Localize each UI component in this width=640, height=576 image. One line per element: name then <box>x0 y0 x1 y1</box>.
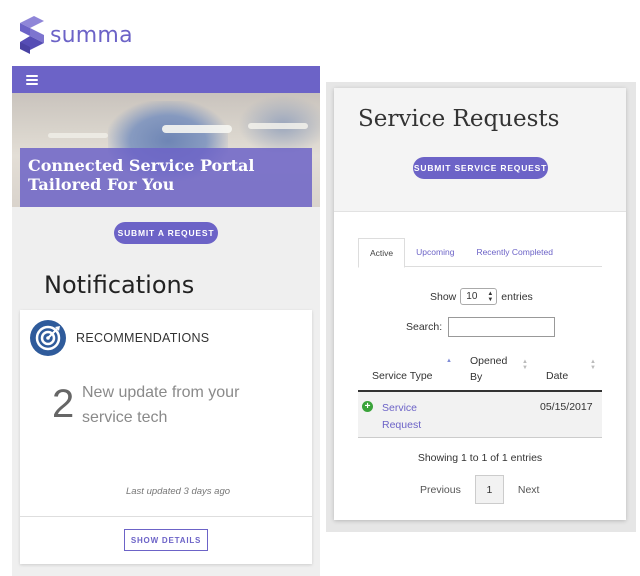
search-control: Search: <box>406 317 556 337</box>
page-1-button[interactable]: 1 <box>474 475 504 504</box>
requests-table: Service Type ▲ Opened By ▲ ▼ Date ▲ ▼ + Se… <box>358 350 602 438</box>
entries-value: 10 <box>466 291 478 302</box>
brand-name: summa <box>50 22 133 48</box>
tab-recently-completed[interactable]: Recently Completed <box>465 238 564 267</box>
next-page-button[interactable]: Next <box>518 484 540 496</box>
pagination: Previous 1 Next <box>420 475 539 504</box>
entries-label: entries <box>501 290 533 303</box>
entries-select[interactable]: 10 ▲ ▼ <box>460 288 498 305</box>
summa-logo-icon <box>20 16 44 54</box>
hero-banner: Connected Service Portal Tailored For Yo… <box>12 93 320 207</box>
notifications-title: Notifications <box>44 271 195 299</box>
update-message: New update from your service tech <box>82 384 240 426</box>
page-title: Service Requests <box>358 106 560 132</box>
search-input[interactable] <box>448 317 556 337</box>
sort-arrows-icon[interactable]: ▲ ▼ <box>522 359 528 371</box>
card-header: RECOMMENDATIONS <box>20 310 312 356</box>
card-label: RECOMMENDATIONS <box>76 331 210 345</box>
hamburger-icon[interactable] <box>26 74 38 85</box>
tab-upcoming[interactable]: Upcoming <box>405 238 465 267</box>
mobile-portal-panel: Connected Service Portal Tailored For Yo… <box>12 66 320 576</box>
service-requests-panel: Service Requests SUBMIT SERVICE REQUEST … <box>326 82 636 532</box>
table-row: + Service Request 05/15/2017 <box>358 392 602 438</box>
recommendations-card: RECOMMENDATIONS 2 New update from your s… <box>20 310 312 564</box>
submit-service-request-button[interactable]: SUBMIT SERVICE REQUEST <box>413 157 548 179</box>
service-request-link[interactable]: Service Request <box>382 400 442 434</box>
target-icon <box>30 320 66 356</box>
tab-active[interactable]: Active <box>358 238 406 268</box>
column-date[interactable]: Date <box>546 370 568 382</box>
column-service-type[interactable]: Service Type <box>372 370 433 382</box>
table-header: Service Type ▲ Opened By ▲ ▼ Date ▲ ▼ <box>358 350 602 392</box>
row-date: 05/15/2017 <box>540 401 593 413</box>
column-opened-by[interactable]: Opened By <box>470 353 514 385</box>
entries-control: Show 10 ▲ ▼ entries <box>430 288 533 305</box>
sort-asc-icon[interactable]: ▲ <box>446 358 452 364</box>
summa-logo[interactable]: summa <box>18 16 133 54</box>
previous-page-button[interactable]: Previous <box>420 484 461 496</box>
search-label: Search: <box>406 321 443 333</box>
service-requests-header: Service Requests SUBMIT SERVICE REQUEST <box>334 88 626 212</box>
request-tabs: Active Upcoming Recently Completed <box>358 238 602 268</box>
select-arrows-icon: ▲ ▼ <box>487 291 494 303</box>
show-details-button[interactable]: SHOW DETAILS <box>124 529 208 551</box>
table-info: Showing 1 to 1 of 1 entries <box>417 452 543 464</box>
submit-request-button[interactable]: SUBMIT A REQUEST <box>114 222 218 244</box>
hero-title: Connected Service Portal Tailored For Yo… <box>28 156 255 194</box>
show-label: Show <box>430 290 457 303</box>
update-count: 2 <box>52 382 75 426</box>
service-requests-card: Service Requests SUBMIT SERVICE REQUEST … <box>334 88 626 520</box>
top-nav-bar <box>12 66 320 93</box>
plus-circle-icon[interactable]: + <box>362 401 373 412</box>
last-updated-text: Last updated 3 days ago <box>125 486 231 497</box>
card-divider <box>20 516 312 517</box>
sort-arrows-icon[interactable]: ▲ ▼ <box>590 359 596 371</box>
hero-caption: Connected Service Portal Tailored For Yo… <box>20 148 312 207</box>
